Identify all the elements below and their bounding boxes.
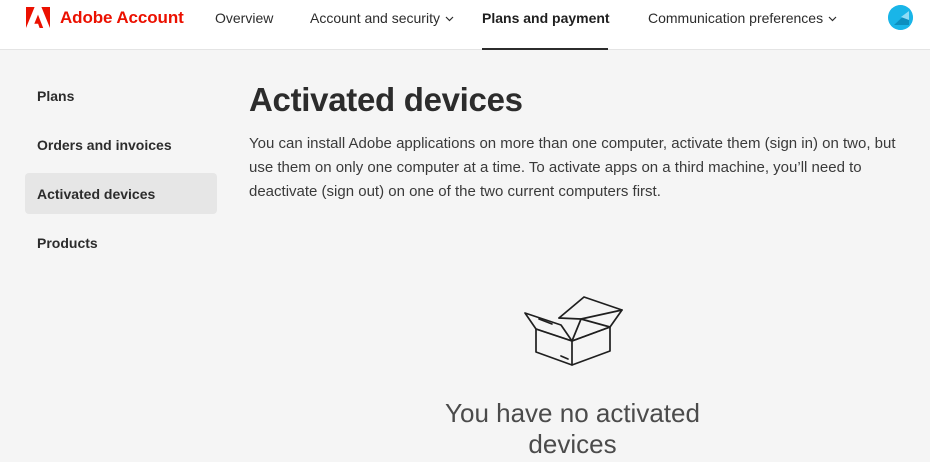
sidebar-item-label: Activated devices	[37, 185, 156, 202]
empty-state-message: You have no activated devices	[445, 398, 700, 459]
page-description: You can install Adobe applications on mo…	[249, 135, 896, 200]
nav-plans-label: Plans and payment	[482, 10, 610, 26]
chevron-down-icon	[828, 16, 837, 22]
top-navigation-bar: Adobe Account Overview Account and secur…	[0, 0, 930, 50]
brand-name: Adobe Account	[60, 8, 184, 27]
sidebar-item-label: Products	[37, 234, 98, 251]
main-content: Activated devices You can install Adobe …	[249, 80, 899, 204]
user-avatar-icon	[888, 5, 913, 30]
open-box-icon	[524, 296, 623, 366]
nav-overview-label: Overview	[215, 10, 274, 26]
chevron-down-icon	[445, 16, 454, 22]
nav-overview[interactable]: Overview	[215, 0, 273, 50]
sidebar-item-label: Plans	[37, 87, 75, 104]
sidebar-navigation: Plans Orders and invoices Activated devi…	[25, 75, 217, 271]
sidebar-item-plans[interactable]: Plans	[25, 75, 217, 116]
user-avatar[interactable]	[888, 5, 913, 30]
sidebar-item-orders-and-invoices[interactable]: Orders and invoices	[25, 124, 217, 165]
adobe-account-home-link[interactable]: Adobe Account	[26, 7, 184, 29]
nav-communication-label: Communication preferences	[648, 10, 824, 26]
nav-plans-and-payment[interactable]: Plans and payment	[482, 0, 610, 50]
nav-account-label: Account and security	[310, 10, 440, 26]
sidebar-item-activated-devices[interactable]: Activated devices	[25, 173, 217, 214]
nav-communication-preferences[interactable]: Communication preferences	[648, 0, 837, 50]
sidebar-item-label: Orders and invoices	[37, 136, 172, 153]
adobe-logo-icon	[26, 7, 50, 28]
nav-account-and-security[interactable]: Account and security	[310, 0, 454, 50]
page-title: Activated devices	[249, 81, 523, 118]
sidebar-item-products[interactable]: Products	[25, 222, 217, 263]
